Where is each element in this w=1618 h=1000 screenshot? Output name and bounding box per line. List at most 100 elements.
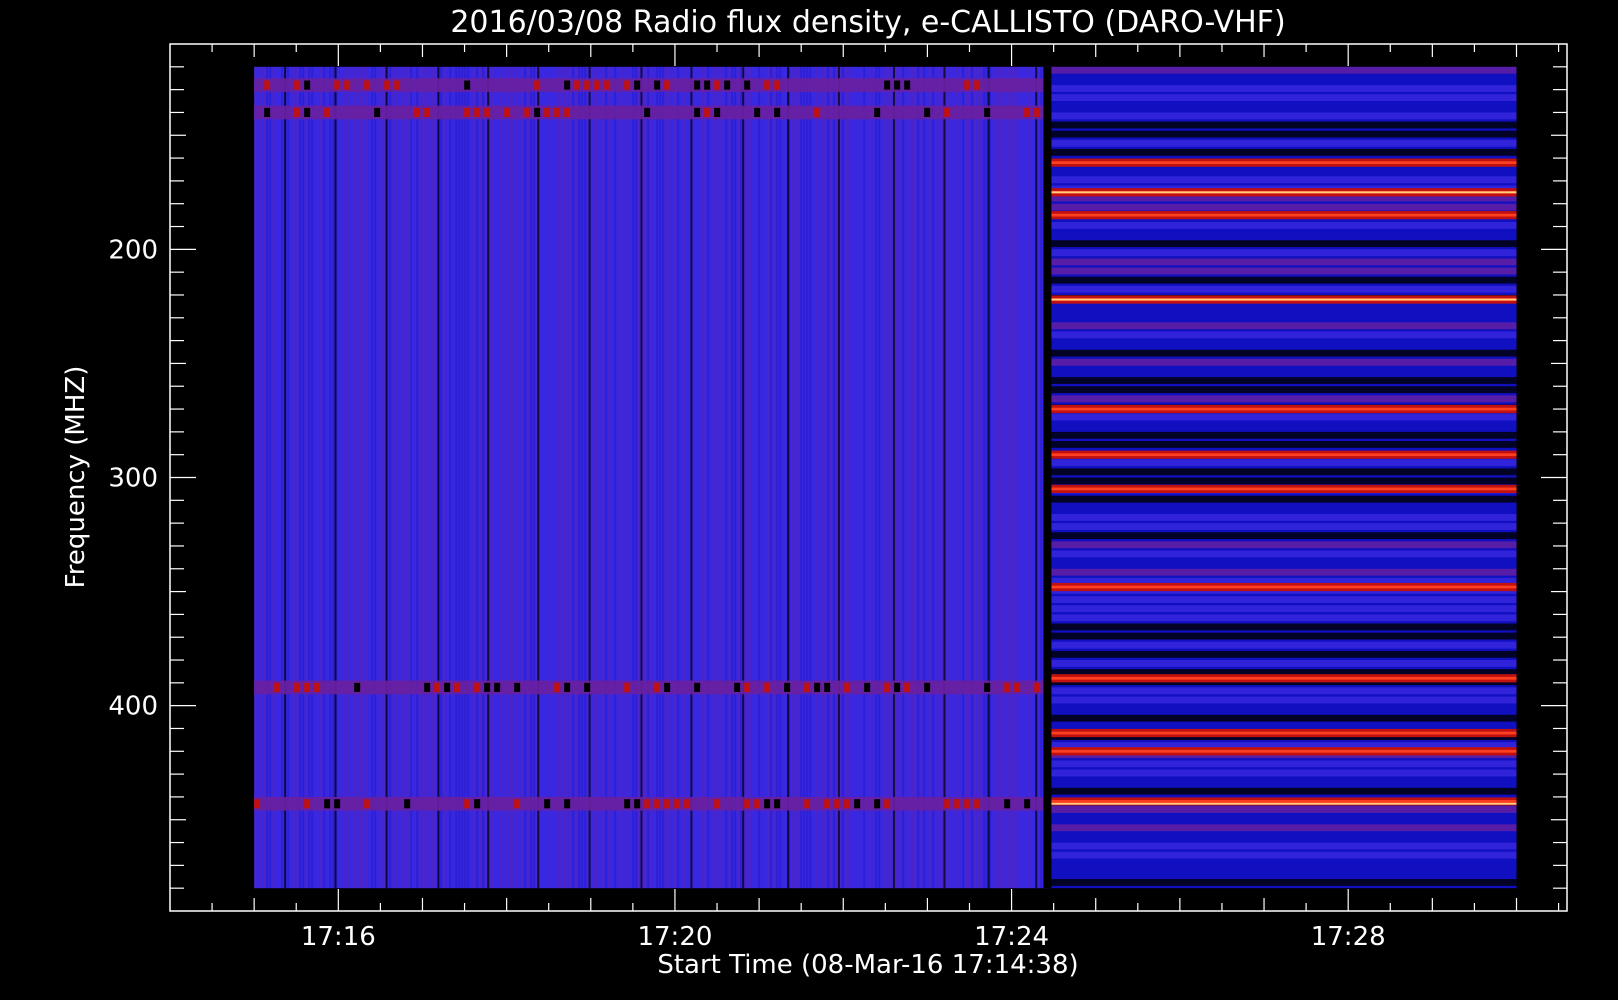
heat-cell bbox=[1049, 676, 1517, 680]
heat-cell bbox=[804, 799, 811, 809]
heat-cell bbox=[774, 107, 781, 118]
heat-cell bbox=[746, 66, 749, 889]
heat-cell bbox=[878, 66, 881, 889]
heat-cell bbox=[474, 682, 481, 692]
heat-cell bbox=[545, 66, 548, 889]
heat-cell bbox=[1049, 731, 1517, 735]
heat-cell bbox=[484, 682, 491, 692]
heat-cell bbox=[455, 66, 458, 889]
heat-cell bbox=[904, 682, 911, 692]
heat-cell bbox=[293, 66, 296, 889]
heat-cell bbox=[302, 66, 305, 889]
heat-cell bbox=[653, 66, 656, 889]
heat-cell bbox=[624, 682, 631, 692]
heat-cell bbox=[964, 799, 971, 809]
heat-cell bbox=[774, 799, 781, 809]
heat-cell bbox=[787, 66, 790, 889]
heat-cell bbox=[644, 799, 651, 809]
heat-cell bbox=[1049, 614, 1517, 622]
heat-cell bbox=[731, 66, 734, 889]
heat-cell bbox=[452, 66, 455, 889]
heat-cell bbox=[449, 66, 452, 889]
heat-cell bbox=[515, 66, 518, 889]
heat-cell bbox=[635, 66, 638, 889]
heat-cell bbox=[875, 66, 878, 889]
heat-cell bbox=[884, 799, 891, 809]
heat-cell bbox=[824, 682, 831, 692]
heat-cell bbox=[383, 66, 386, 889]
heat-cell bbox=[444, 682, 451, 692]
heat-cell bbox=[474, 799, 481, 809]
heat-cell bbox=[842, 66, 845, 889]
heat-cell bbox=[1049, 304, 1517, 311]
heat-cell bbox=[323, 66, 326, 889]
heat-cell bbox=[923, 66, 926, 889]
heat-cell bbox=[1049, 191, 1517, 194]
heat-cell bbox=[524, 107, 531, 118]
heat-cell bbox=[593, 66, 596, 889]
heat-cell bbox=[484, 107, 491, 118]
x-tick-label: 17:28 bbox=[1311, 922, 1386, 952]
heat-cell bbox=[773, 66, 776, 889]
heat-cell bbox=[364, 799, 371, 809]
heat-cell bbox=[814, 107, 821, 118]
heat-cell bbox=[1049, 787, 1517, 795]
heat-cell bbox=[964, 80, 971, 90]
heat-cell bbox=[254, 799, 261, 809]
heat-cell bbox=[564, 682, 571, 692]
heat-cell bbox=[1049, 112, 1517, 120]
heat-cell bbox=[911, 66, 914, 889]
heat-cell bbox=[518, 66, 521, 889]
heat-cell bbox=[920, 66, 923, 889]
heat-cell bbox=[797, 66, 800, 889]
heat-cell bbox=[534, 107, 541, 118]
heat-cell bbox=[694, 107, 701, 118]
heat-cell bbox=[334, 66, 337, 889]
heat-cell bbox=[664, 80, 671, 90]
heat-cell bbox=[698, 66, 701, 889]
heat-cell bbox=[509, 66, 512, 889]
heat-cell bbox=[304, 799, 311, 809]
heat-cell bbox=[924, 107, 931, 118]
heat-cell bbox=[1049, 358, 1517, 366]
heat-cell bbox=[644, 107, 651, 118]
heat-cell bbox=[719, 66, 722, 889]
heat-cell bbox=[521, 66, 524, 889]
heat-cell bbox=[254, 78, 1050, 92]
heat-cell bbox=[1049, 367, 1517, 375]
heat-cell bbox=[824, 66, 827, 889]
heat-cell bbox=[1049, 800, 1517, 803]
heat-cell bbox=[836, 66, 839, 889]
heat-cell bbox=[950, 66, 953, 889]
heat-cell bbox=[479, 66, 482, 889]
heat-cell bbox=[803, 66, 806, 889]
heat-cell bbox=[431, 66, 434, 889]
heat-cell bbox=[407, 66, 410, 889]
heat-cell bbox=[782, 66, 785, 889]
heat-cell bbox=[1049, 815, 1517, 823]
heat-cell bbox=[304, 682, 311, 692]
heat-cell bbox=[584, 66, 587, 889]
heat-cell bbox=[371, 66, 374, 889]
heat-cell bbox=[974, 799, 981, 809]
heat-cell bbox=[608, 66, 611, 889]
heat-cell bbox=[551, 66, 554, 889]
heat-cell bbox=[314, 66, 317, 889]
heat-cell bbox=[1001, 66, 1004, 889]
heat-cell bbox=[356, 66, 359, 889]
heat-cell bbox=[395, 66, 398, 889]
heat-cell bbox=[304, 80, 311, 90]
heat-cell bbox=[1049, 833, 1517, 841]
heat-cell bbox=[674, 66, 677, 889]
heat-cell bbox=[314, 682, 321, 692]
heat-cell bbox=[650, 66, 653, 889]
heat-cell bbox=[596, 66, 599, 889]
heat-cell bbox=[500, 66, 503, 889]
heat-cell bbox=[1049, 824, 1517, 832]
heat-cell bbox=[299, 66, 302, 889]
heat-cell bbox=[984, 107, 991, 118]
heat-cell bbox=[1049, 148, 1517, 156]
heat-cell bbox=[1049, 532, 1517, 540]
heat-cell bbox=[874, 107, 881, 118]
heat-cell bbox=[714, 80, 721, 90]
